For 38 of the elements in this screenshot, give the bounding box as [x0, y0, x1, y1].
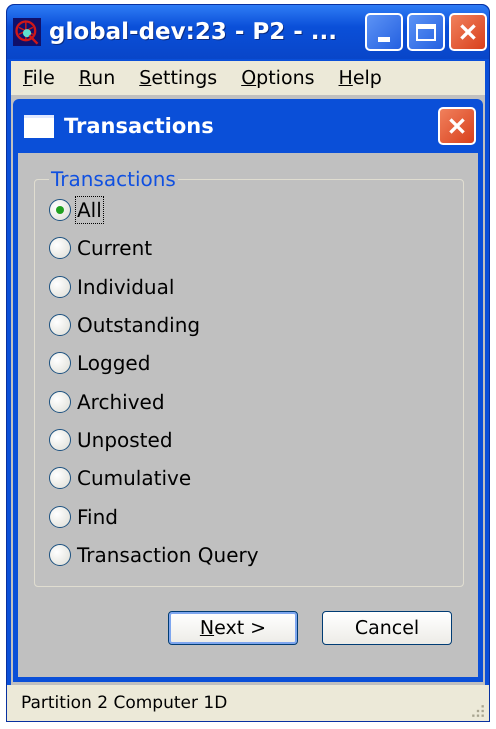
dialog-button[interactable]: Next >	[168, 611, 298, 645]
radio-label[interactable]: Unposted	[75, 426, 175, 454]
radio-button[interactable]	[49, 199, 71, 222]
radio-button[interactable]	[49, 428, 71, 451]
radio-label[interactable]: Archived	[75, 388, 167, 416]
radio-label[interactable]: Outstanding	[75, 311, 202, 340]
window-title: global-dev:23 - P2 - ...	[49, 19, 338, 45]
radio-label[interactable]: Current	[75, 234, 154, 262]
globe-magnifier-icon	[13, 18, 41, 46]
radio-label[interactable]: Individual	[75, 272, 176, 301]
radio-button[interactable]	[49, 506, 71, 528]
radio-label[interactable]: All	[75, 196, 104, 224]
radio-button[interactable]	[49, 314, 71, 336]
window-icon	[24, 114, 54, 138]
resize-grip-icon	[471, 704, 485, 718]
group-label: Transactions	[50, 167, 177, 191]
radio-label[interactable]: Find	[75, 502, 120, 531]
radio-button[interactable]	[49, 467, 71, 490]
menu-item[interactable]: Help	[338, 67, 382, 89]
radio-label[interactable]: Transaction Query	[75, 540, 261, 569]
radio-button[interactable]	[49, 276, 71, 298]
radio-button[interactable]	[49, 390, 71, 413]
radio-label[interactable]: Logged	[75, 349, 152, 378]
close-button[interactable]	[438, 107, 476, 145]
dialog-title: Transactions	[64, 114, 215, 138]
menu-item[interactable]: Settings	[139, 67, 218, 89]
minimize-button[interactable]	[365, 13, 403, 51]
radio-label[interactable]: Cumulative	[75, 464, 194, 492]
menu-item[interactable]: File	[23, 67, 55, 89]
radio-button[interactable]	[49, 352, 71, 374]
maximize-button[interactable]	[407, 13, 445, 51]
close-button[interactable]	[449, 13, 487, 51]
menu-item[interactable]: Options	[241, 67, 315, 89]
dialog-button[interactable]: Cancel	[322, 611, 452, 645]
status-text: Partition 2 Computer 1D	[21, 693, 228, 713]
radio-button[interactable]	[49, 237, 71, 260]
radio-button[interactable]	[49, 544, 71, 566]
menu-item[interactable]: Run	[78, 67, 116, 89]
